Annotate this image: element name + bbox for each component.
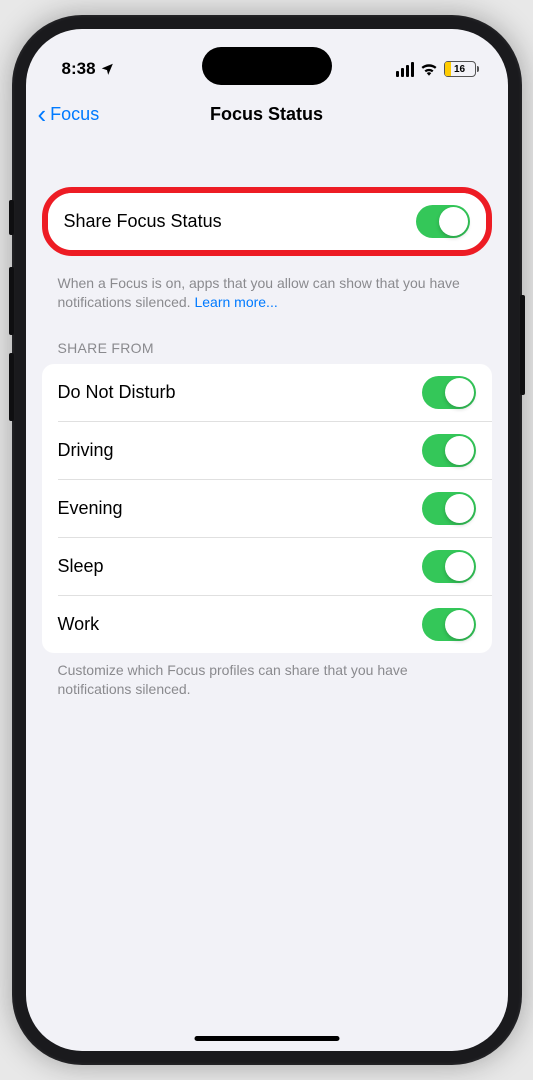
volume-up-button: [9, 267, 14, 335]
evening-toggle[interactable]: [422, 492, 476, 525]
dnd-toggle[interactable]: [422, 376, 476, 409]
share-from-footer: Customize which Focus profiles can share…: [42, 653, 492, 699]
share-from-row-driving: Driving: [58, 421, 492, 479]
page-title: Focus Status: [210, 104, 323, 125]
row-label: Sleep: [58, 556, 104, 577]
driving-toggle[interactable]: [422, 434, 476, 467]
share-from-row-sleep: Sleep: [58, 537, 492, 595]
row-label: Evening: [58, 498, 123, 519]
home-indicator[interactable]: [194, 1036, 339, 1041]
row-label: Do Not Disturb: [58, 382, 176, 403]
back-label: Focus: [50, 104, 99, 125]
share-from-row-dnd: Do Not Disturb: [42, 364, 492, 421]
row-label: Work: [58, 614, 100, 635]
power-button: [520, 295, 525, 395]
content: Share Focus Status When a Focus is on, a…: [26, 139, 508, 699]
volume-down-button: [9, 353, 14, 421]
work-toggle[interactable]: [422, 608, 476, 641]
share-focus-status-row: Share Focus Status: [48, 193, 486, 250]
wifi-icon: [420, 62, 438, 76]
battery-icon: 16: [444, 61, 476, 77]
status-right: 16: [396, 61, 476, 77]
share-focus-status-toggle[interactable]: [416, 205, 470, 238]
location-icon: [100, 62, 114, 76]
share-focus-status-section: Share Focus Status: [48, 193, 486, 250]
share-from-row-work: Work: [58, 595, 492, 653]
share-from-header: SHARE FROM: [42, 312, 492, 364]
screen: 8:38 16 ‹ Focus Focus Status: [26, 29, 508, 1051]
highlighted-annotation: Share Focus Status: [42, 187, 492, 256]
back-button[interactable]: ‹ Focus: [38, 101, 100, 127]
share-focus-status-label: Share Focus Status: [64, 211, 222, 232]
mute-switch: [9, 200, 14, 235]
share-from-section: Do Not Disturb Driving Evening Sleep Wor…: [42, 364, 492, 653]
learn-more-link[interactable]: Learn more...: [194, 294, 277, 310]
share-from-row-evening: Evening: [58, 479, 492, 537]
cellular-icon: [396, 62, 414, 77]
dynamic-island: [202, 47, 332, 85]
navigation-bar: ‹ Focus Focus Status: [26, 89, 508, 139]
status-time: 8:38: [62, 59, 96, 79]
battery-percent: 16: [454, 64, 465, 75]
row-label: Driving: [58, 440, 114, 461]
sleep-toggle[interactable]: [422, 550, 476, 583]
share-focus-status-footer: When a Focus is on, apps that you allow …: [42, 266, 492, 312]
phone-frame: 8:38 16 ‹ Focus Focus Status: [12, 15, 522, 1065]
status-left: 8:38: [62, 59, 114, 79]
chevron-left-icon: ‹: [38, 101, 47, 127]
toggle-knob: [439, 207, 468, 236]
